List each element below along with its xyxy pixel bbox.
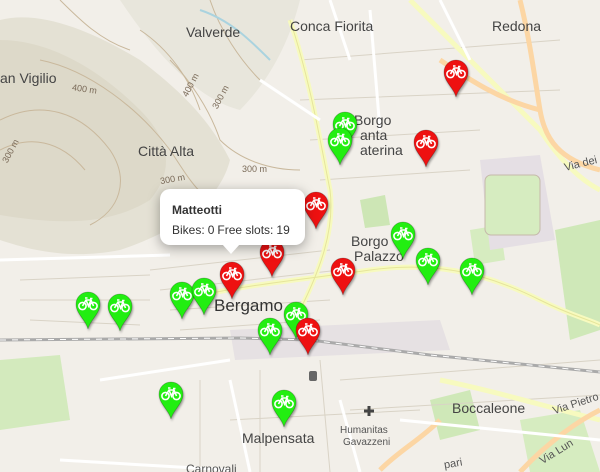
- map-pin-icon: [415, 247, 441, 286]
- map-pin-icon: [390, 221, 416, 260]
- station-marker-available[interactable]: [270, 388, 298, 428]
- station-marker-available[interactable]: [74, 290, 102, 330]
- station-marker-empty[interactable]: [218, 260, 246, 300]
- map-pin-icon: [257, 317, 283, 356]
- station-marker-available[interactable]: [157, 380, 185, 420]
- map-pin-icon: [413, 129, 439, 168]
- station-popup[interactable]: Matteotti Bikes: 0 Free slots: 19: [160, 189, 305, 254]
- station-marker-available[interactable]: [326, 126, 354, 166]
- station-marker-available[interactable]: [458, 256, 486, 296]
- station-marker-available[interactable]: [190, 276, 218, 316]
- station-marker-empty[interactable]: [329, 256, 357, 296]
- station-marker-available[interactable]: [389, 220, 417, 260]
- map-pin-icon: [303, 191, 329, 230]
- map-pin-icon: [107, 293, 133, 332]
- map-pin-icon: [158, 381, 184, 420]
- station-marker-available[interactable]: [106, 292, 134, 332]
- station-marker-empty[interactable]: [294, 316, 322, 356]
- map-view[interactable]: Conca Fiorita Redona Valverde an Vigilio…: [0, 0, 600, 472]
- map-pin-icon: [327, 127, 353, 166]
- map-pin-icon: [443, 59, 469, 98]
- station-marker-empty[interactable]: [302, 190, 330, 230]
- popup-bikes-value: 0: [207, 223, 215, 237]
- map-pin-icon: [330, 257, 356, 296]
- station-marker-available[interactable]: [256, 316, 284, 356]
- popup-slots-label: Free slots:: [217, 223, 274, 237]
- map-pin-icon: [271, 389, 297, 428]
- map-pin-icon: [219, 261, 245, 300]
- popup-info: Bikes: 0 Free slots: 19: [172, 223, 293, 237]
- map-pin-icon: [191, 277, 217, 316]
- popup-tip: [222, 244, 240, 254]
- map-pin-icon: [459, 257, 485, 296]
- popup-slots-value: 19: [276, 223, 290, 237]
- popup-title: Matteotti: [172, 203, 222, 217]
- station-marker-empty[interactable]: [442, 58, 470, 98]
- station-marker-empty[interactable]: [412, 128, 440, 168]
- map-pin-icon: [75, 291, 101, 330]
- map-pin-icon: [295, 317, 321, 356]
- station-marker-available[interactable]: [414, 246, 442, 286]
- popup-bikes-label: Bikes:: [172, 223, 205, 237]
